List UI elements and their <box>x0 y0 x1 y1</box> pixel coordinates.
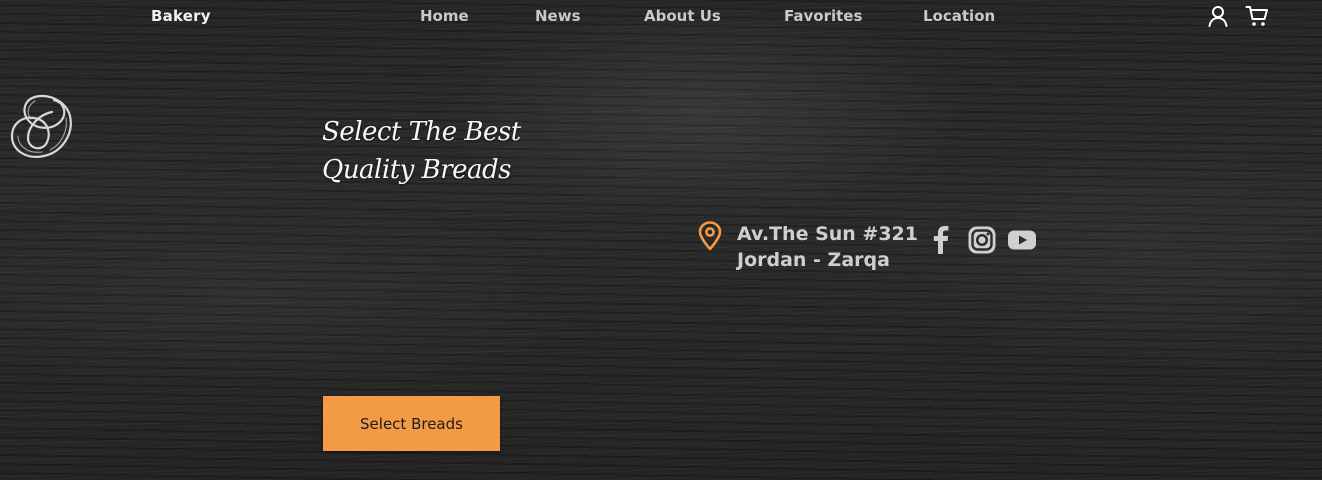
user-icon[interactable] <box>1206 4 1230 28</box>
nav-home[interactable]: Home <box>420 7 469 25</box>
nav-location[interactable]: Location <box>923 7 995 25</box>
hero-title-line-2: Quality Breads <box>322 155 512 185</box>
page: Bakery Home News About Us Favorites Loca… <box>0 0 1322 480</box>
nav-favorites[interactable]: Favorites <box>784 7 862 25</box>
nav-about-us[interactable]: About Us <box>644 7 721 25</box>
facebook-icon[interactable] <box>929 225 953 255</box>
location-pin-icon <box>698 221 722 251</box>
youtube-icon[interactable] <box>1007 225 1037 255</box>
nav-news[interactable]: News <box>535 7 581 25</box>
cart-icon[interactable] <box>1245 4 1269 28</box>
instagram-icon[interactable] <box>967 225 997 255</box>
pretzel-icon <box>10 94 72 158</box>
select-breads-button[interactable]: Select Breads <box>323 396 500 451</box>
address-line-1: Av.The Sun #321 <box>737 223 919 245</box>
hero-title: Select The Best Quality Breads <box>322 113 582 189</box>
address-line-2: Jordan - Zarqa <box>737 249 890 271</box>
brand-logo-text[interactable]: Bakery <box>151 7 211 25</box>
address-text: Av.The Sun #321 Jordan - Zarqa <box>737 221 918 273</box>
hero-title-line-1: Select The Best <box>322 117 521 147</box>
